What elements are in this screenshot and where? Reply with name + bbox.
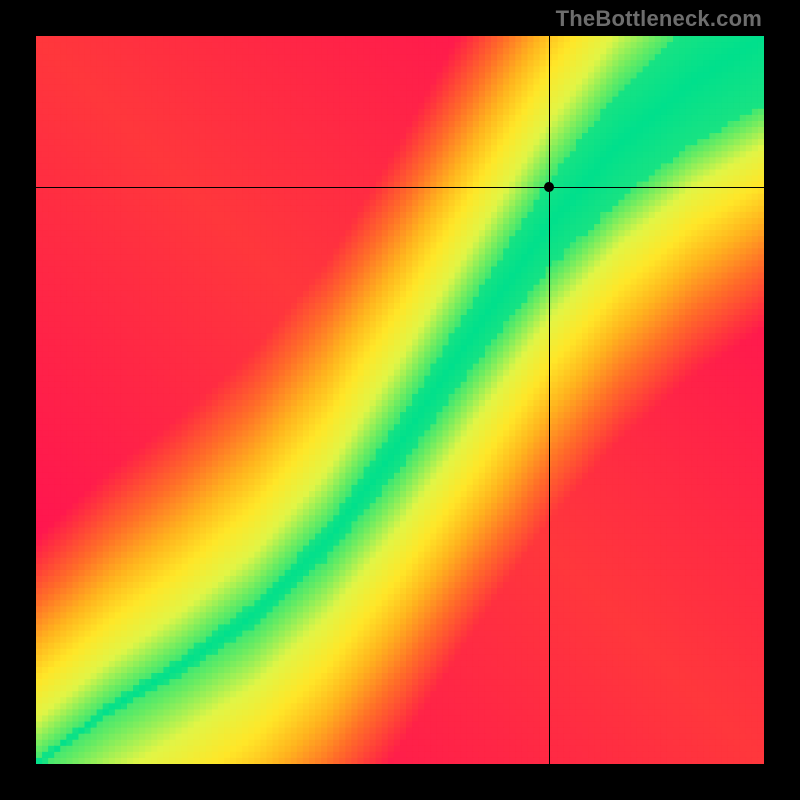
- crosshair-horizontal: [36, 187, 764, 188]
- crosshair-vertical: [549, 36, 550, 764]
- plot-area: [36, 36, 764, 764]
- chart-frame: TheBottleneck.com: [0, 0, 800, 800]
- watermark-text: TheBottleneck.com: [556, 6, 762, 32]
- heatmap-canvas: [36, 36, 764, 764]
